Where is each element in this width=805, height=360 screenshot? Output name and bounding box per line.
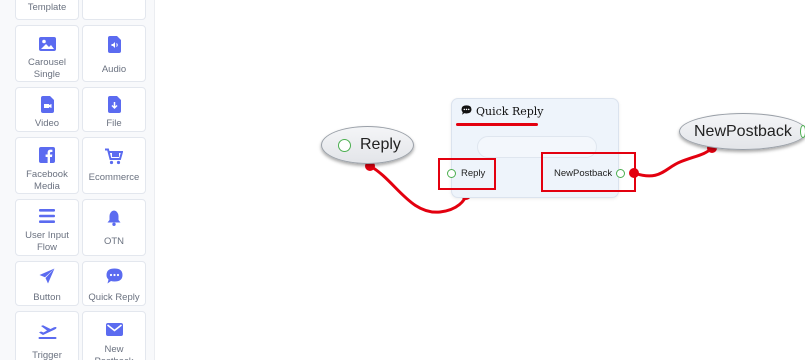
chat-bubble-icon bbox=[461, 105, 472, 118]
connection-wires bbox=[365, 143, 717, 214]
newpostback-node[interactable]: NewPostback bbox=[679, 113, 805, 150]
wire-quick-reply-to-newpostback[interactable] bbox=[633, 146, 714, 178]
reply-node-port[interactable] bbox=[338, 138, 351, 152]
quick-reply-title-text: Quick Reply bbox=[476, 105, 544, 118]
newpostback-output-label: NewPostback bbox=[554, 168, 613, 179]
title-highlight-underline bbox=[456, 123, 538, 126]
newpostback-node-port[interactable] bbox=[799, 125, 805, 138]
newpostback-output-port[interactable] bbox=[616, 169, 625, 178]
quick-reply-node-title: Quick Reply bbox=[461, 105, 544, 118]
reply-input-port[interactable] bbox=[447, 169, 456, 178]
reply-node[interactable]: Reply bbox=[321, 126, 414, 164]
reply-node-label: Reply bbox=[360, 136, 401, 153]
newpostback-node-label: NewPostback bbox=[694, 122, 792, 140]
reply-input-label: Reply bbox=[461, 168, 486, 179]
